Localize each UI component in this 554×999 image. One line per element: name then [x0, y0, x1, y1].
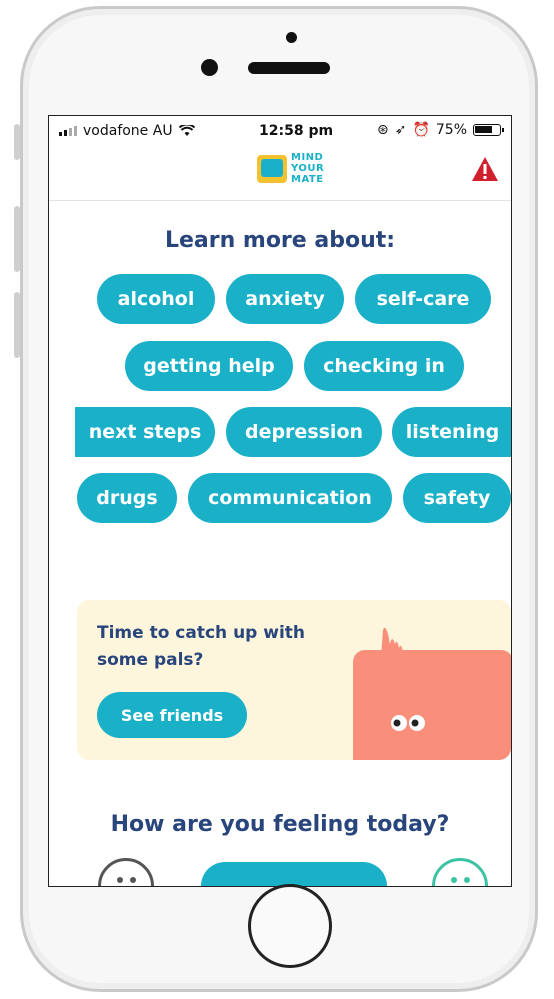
- proximity-sensor: [286, 32, 297, 43]
- logo-text: MIND YOUR MATE: [291, 152, 325, 185]
- app-screen: vodafone AU 12:58 pm ⊛ ➶ ⏰ 75% MIND YOUR…: [48, 115, 512, 887]
- silent-switch: [14, 124, 20, 160]
- wifi-icon: [178, 125, 195, 136]
- sad-face-icon[interactable]: [98, 858, 154, 886]
- status-left: vodafone AU: [59, 123, 195, 139]
- happy-face-icon[interactable]: [432, 858, 488, 886]
- topic-anxiety[interactable]: anxiety: [226, 274, 344, 324]
- home-button[interactable]: [248, 884, 332, 968]
- signal-icon: [59, 126, 77, 136]
- topic-getting-help[interactable]: getting help: [125, 341, 293, 391]
- feeling-title: How are you feeling today?: [110, 812, 450, 837]
- status-right: ⊛ ➶ ⏰ 75%: [376, 122, 504, 138]
- topic-checking-in[interactable]: checking in: [304, 341, 464, 391]
- volume-down-button: [14, 292, 20, 358]
- alarm-icon: ⏰: [412, 122, 430, 138]
- volume-up-button: [14, 206, 20, 272]
- pink-creature-illustration: [353, 627, 511, 760]
- topic-communication[interactable]: communication: [188, 473, 392, 523]
- location-icon: ➶: [394, 122, 407, 138]
- face-eye: [464, 877, 470, 883]
- learn-more-title: Learn more about:: [164, 228, 396, 253]
- face-eye: [117, 877, 123, 883]
- mind-your-mate-logo[interactable]: MIND YOUR MATE: [257, 152, 324, 185]
- app-header: MIND YOUR MATE: [49, 148, 511, 201]
- battery-icon: [473, 124, 504, 136]
- status-time: 12:58 pm: [259, 123, 334, 139]
- topic-next-steps[interactable]: next steps: [75, 407, 215, 457]
- battery-percent: 75%: [435, 122, 467, 138]
- catch-up-text: Time to catch up with some pals?: [97, 623, 306, 670]
- front-camera: [201, 59, 218, 76]
- face-eye: [130, 877, 136, 883]
- topic-drugs[interactable]: drugs: [77, 473, 177, 523]
- logo-bubble-icon: [257, 154, 287, 183]
- topic-self-care[interactable]: self-care: [355, 274, 491, 324]
- topic-depression[interactable]: depression: [226, 407, 382, 457]
- warning-icon[interactable]: [471, 156, 499, 182]
- topic-safety[interactable]: safety: [403, 473, 511, 523]
- status-bar: vodafone AU 12:58 pm ⊛ ➶ ⏰ 75%: [49, 116, 511, 148]
- catch-up-card: Time to catch up with some pals? See fri…: [77, 600, 511, 760]
- earpiece-speaker: [248, 62, 330, 74]
- face-eye: [451, 877, 457, 883]
- see-friends-button[interactable]: See friends: [97, 692, 247, 738]
- carrier-label: vodafone AU: [83, 123, 173, 139]
- topic-alcohol[interactable]: alcohol: [97, 274, 215, 324]
- lock-rotation-icon: ⊛: [376, 122, 389, 138]
- topic-listening[interactable]: listening: [392, 407, 511, 457]
